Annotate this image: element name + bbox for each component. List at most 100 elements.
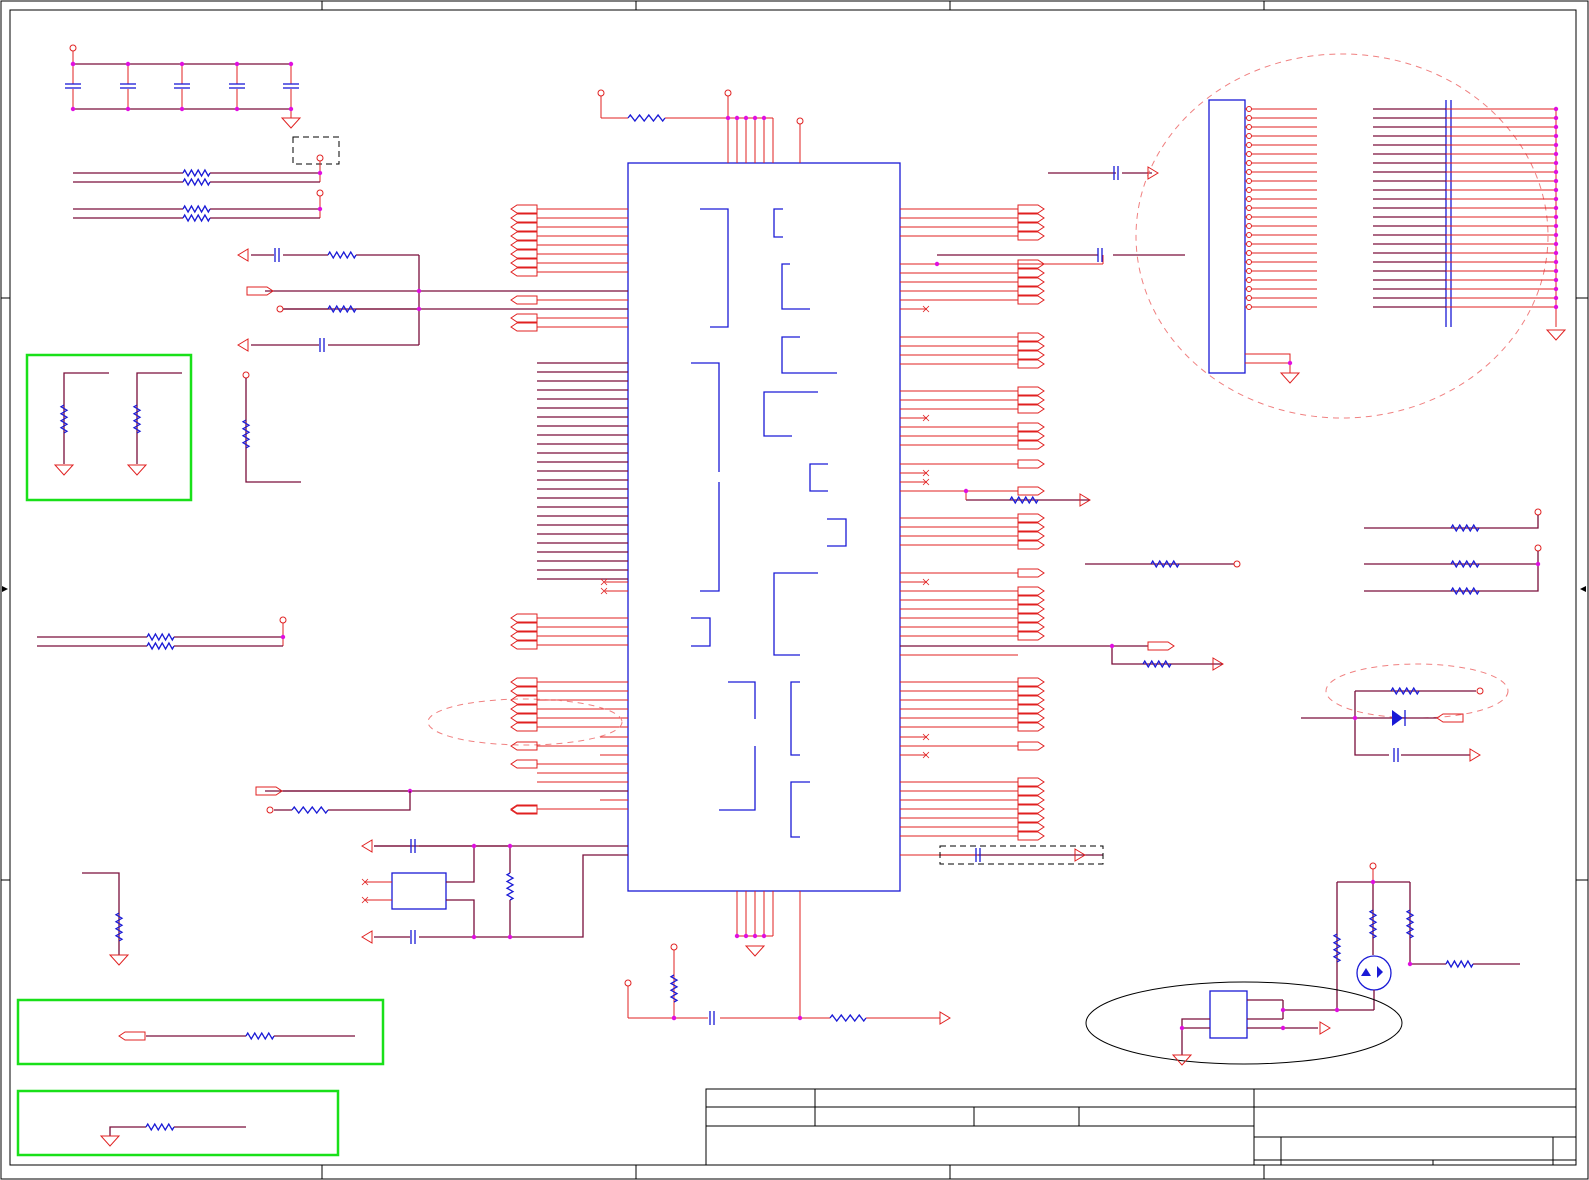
offpage-connector-icon xyxy=(1017,795,1045,805)
resistor-icon xyxy=(1450,559,1480,569)
junction-dot xyxy=(734,115,740,121)
ground-icon xyxy=(744,945,766,957)
resistor-icon xyxy=(1450,586,1480,596)
resistor-icon xyxy=(59,404,69,434)
connector-pin xyxy=(1246,205,1252,211)
ground-icon xyxy=(53,464,75,476)
offpage-connector-icon xyxy=(1017,786,1045,796)
junction-dot xyxy=(1553,196,1559,202)
capacitor-array xyxy=(72,64,292,109)
offpage-connector-icon xyxy=(510,222,538,232)
offpage-connector-icon xyxy=(1017,277,1045,287)
decoupling-caps xyxy=(69,44,292,118)
connector-pin xyxy=(1246,115,1252,121)
offpage-connector-icon xyxy=(1017,268,1045,278)
ground-icon xyxy=(1279,372,1301,384)
clock-network xyxy=(251,254,422,346)
connector-pin xyxy=(1246,295,1252,301)
offpage-connector-icon xyxy=(1017,586,1045,596)
top-left-resistors xyxy=(73,136,340,219)
junction-dot xyxy=(1553,304,1559,310)
ground-icon xyxy=(126,464,148,476)
resistor-icon xyxy=(669,974,679,1003)
offpage-connector-icon xyxy=(510,686,538,696)
offpage-connector-icon xyxy=(1017,831,1045,841)
connector-pin xyxy=(1246,142,1252,148)
ground-icon xyxy=(280,117,302,129)
junction-dot xyxy=(752,115,758,121)
junction-dot xyxy=(1553,142,1559,148)
offpage-connector-icon xyxy=(510,295,538,305)
offpage-connector-icon xyxy=(361,930,373,944)
junction-dot xyxy=(725,115,731,121)
offpage-connector-icon xyxy=(510,231,538,241)
capacitor-icon xyxy=(1097,248,1103,262)
connector-pin xyxy=(1246,223,1252,229)
offpage-connector-icon xyxy=(1017,231,1045,241)
connector-pin xyxy=(1246,187,1252,193)
left-bottom-pulldown xyxy=(82,872,120,955)
left-mid-resistors xyxy=(37,616,287,647)
junction-dot xyxy=(761,933,767,939)
resistor-icon xyxy=(1390,686,1420,696)
connector-pin xyxy=(1246,178,1252,184)
option-box-1 xyxy=(16,998,385,1066)
junction-dot xyxy=(1553,268,1559,274)
connector-pin xyxy=(1246,160,1252,166)
ground-icon xyxy=(99,1135,121,1147)
resistor-icon xyxy=(182,204,211,214)
offpage-connector-icon xyxy=(1017,704,1045,714)
resistor-icon xyxy=(327,250,357,260)
junction-dot xyxy=(1553,178,1559,184)
resistor-icon xyxy=(1368,909,1378,939)
pulldown-box xyxy=(25,353,193,502)
ic-left-lower-nets xyxy=(283,617,628,938)
offpage-connector-icon xyxy=(1017,440,1045,450)
offpage-connector-icon xyxy=(510,677,538,687)
junction-dot xyxy=(1553,259,1559,265)
junction-dot xyxy=(179,61,185,67)
capacitor-icon xyxy=(410,930,416,944)
offpage-connector-icon xyxy=(510,741,538,751)
capacitor-icon xyxy=(1393,748,1399,762)
capacitor-icon xyxy=(283,83,299,89)
junction-dot xyxy=(1553,286,1559,292)
ic-top-pins xyxy=(597,89,804,163)
capacitor-icon xyxy=(174,83,190,89)
offpage-connector-icon xyxy=(1017,622,1045,632)
resistor-icon xyxy=(1332,933,1342,963)
junction-dot xyxy=(1553,124,1559,130)
junction-dot xyxy=(70,61,76,67)
offpage-connector-icon xyxy=(1017,341,1045,351)
junction-dots xyxy=(70,61,1559,1021)
resistor-icon xyxy=(1150,559,1180,569)
crystal-circuit xyxy=(265,788,513,940)
connector-pin xyxy=(1246,232,1252,238)
offpage-connector-icon xyxy=(1017,350,1045,360)
offpage-connector-icon xyxy=(510,267,538,277)
offpage-connector-icon xyxy=(1017,686,1045,696)
junction-dot xyxy=(1553,133,1559,139)
junction-dot xyxy=(1553,295,1559,301)
junction-dot xyxy=(743,115,749,121)
resistor-icon xyxy=(1405,909,1415,939)
connector-pin xyxy=(1246,133,1252,139)
resistor-icon xyxy=(114,912,124,942)
offpage-connector-icon xyxy=(510,713,538,723)
junction-dot xyxy=(1553,277,1559,283)
offpage-connector-icon xyxy=(1017,286,1045,296)
capacitor-icon xyxy=(229,83,245,89)
resistor-icon xyxy=(182,177,211,187)
offpage-connector-icon xyxy=(1017,540,1045,550)
resistor-icon xyxy=(829,1013,867,1023)
offpage-connector-icon xyxy=(1017,386,1045,396)
resistor-icon xyxy=(146,641,175,651)
junction-dot xyxy=(734,933,740,939)
connector-pin xyxy=(1246,268,1252,274)
offpage-connector-icon xyxy=(1017,222,1045,232)
junction-dot xyxy=(743,933,749,939)
right-resistors xyxy=(1364,508,1542,592)
resistor-icon xyxy=(627,113,666,123)
main-ic xyxy=(627,162,901,892)
junction-dot xyxy=(1553,205,1559,211)
